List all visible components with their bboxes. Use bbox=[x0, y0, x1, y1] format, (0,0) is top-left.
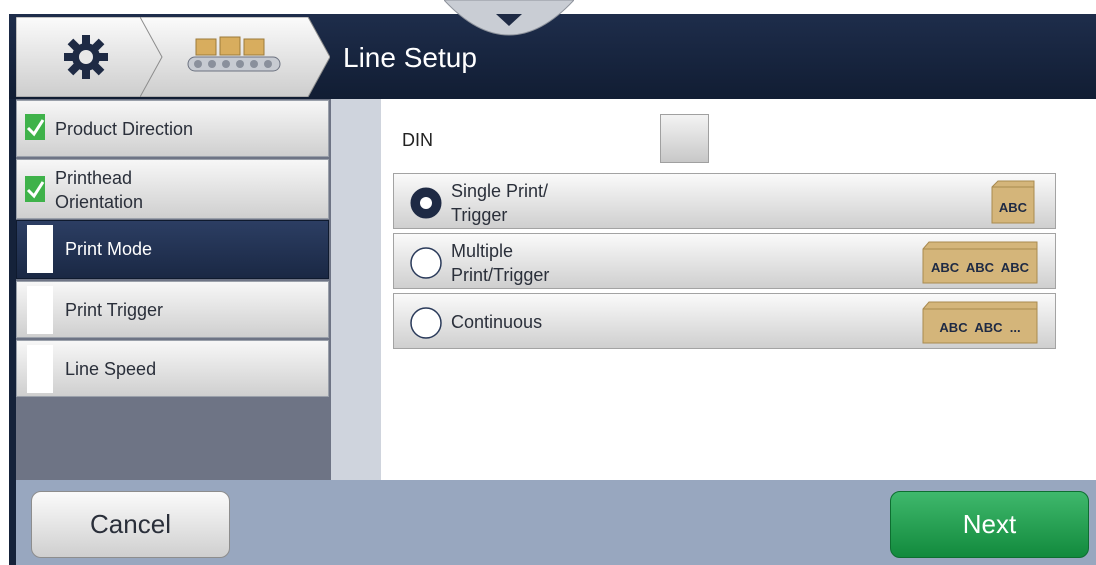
sidebar-item-label: Printhead Orientation bbox=[55, 166, 143, 214]
main-content bbox=[381, 99, 1096, 480]
next-button[interactable]: Next bbox=[890, 491, 1089, 558]
option-multiple-print-trigger[interactable]: Multiple Print/Trigger ABC ABC ABC bbox=[393, 233, 1056, 289]
option-label: Multiple Print/Trigger bbox=[451, 239, 549, 287]
option-label-line-2: Print/Trigger bbox=[451, 265, 550, 285]
radio-unselected[interactable] bbox=[410, 247, 442, 279]
cancel-button[interactable]: Cancel bbox=[31, 491, 230, 558]
radio-selected[interactable] bbox=[410, 187, 442, 219]
continuous-boxes-icon: ABC ABC ... bbox=[922, 301, 1038, 344]
check-icon bbox=[25, 114, 45, 140]
label-line-1: Printhead bbox=[55, 168, 133, 188]
radio-unselected[interactable] bbox=[410, 307, 442, 339]
multiple-boxes-icon: ABC ABC ABC bbox=[922, 241, 1038, 284]
label-line-2: Orientation bbox=[55, 192, 144, 212]
sidebar-item-label: Print Trigger bbox=[65, 300, 164, 320]
step-indicator bbox=[27, 286, 53, 334]
box-text: ABC ABC ABC bbox=[931, 260, 1030, 275]
box-text: ABC ABC ... bbox=[939, 320, 1020, 335]
din-label: DIN bbox=[402, 130, 433, 150]
breadcrumb-line-setup[interactable] bbox=[140, 17, 330, 97]
pulldown-handle[interactable] bbox=[444, 0, 574, 40]
option-single-print-trigger[interactable]: Single Print/ Trigger ABC bbox=[393, 173, 1056, 229]
din-checkbox[interactable] bbox=[660, 114, 709, 163]
box-text: ABC bbox=[999, 200, 1028, 215]
option-continuous[interactable]: Continuous ABC ABC ... bbox=[393, 293, 1056, 349]
content-divider bbox=[331, 99, 381, 480]
sidebar-item-print-trigger[interactable]: Print Trigger bbox=[16, 281, 329, 338]
option-label-line-2: Trigger bbox=[451, 205, 508, 225]
sidebar-item-label: Print Mode bbox=[65, 239, 153, 259]
sidebar-item-label: Product Direction bbox=[55, 119, 194, 139]
sidebar-item-printhead-orientation[interactable]: Printhead Orientation bbox=[16, 159, 329, 219]
sidebar-item-line-speed[interactable]: Line Speed bbox=[16, 340, 329, 397]
single-box-icon: ABC bbox=[991, 180, 1035, 224]
page-title: Line Setup bbox=[343, 42, 477, 73]
check-icon bbox=[25, 176, 45, 202]
option-label: Continuous bbox=[451, 312, 543, 332]
gear-icon bbox=[64, 35, 108, 79]
sidebar-item-label: Line Speed bbox=[65, 359, 157, 379]
option-label: Single Print/ Trigger bbox=[451, 179, 548, 227]
step-indicator bbox=[27, 345, 53, 393]
sidebar-item-product-direction[interactable]: Product Direction bbox=[16, 100, 329, 157]
step-indicator bbox=[27, 225, 53, 273]
sidebar-item-print-mode[interactable]: Print Mode bbox=[16, 220, 329, 279]
option-label-line-1: Single Print/ bbox=[451, 181, 549, 201]
option-label-line-1: Multiple bbox=[451, 241, 514, 261]
